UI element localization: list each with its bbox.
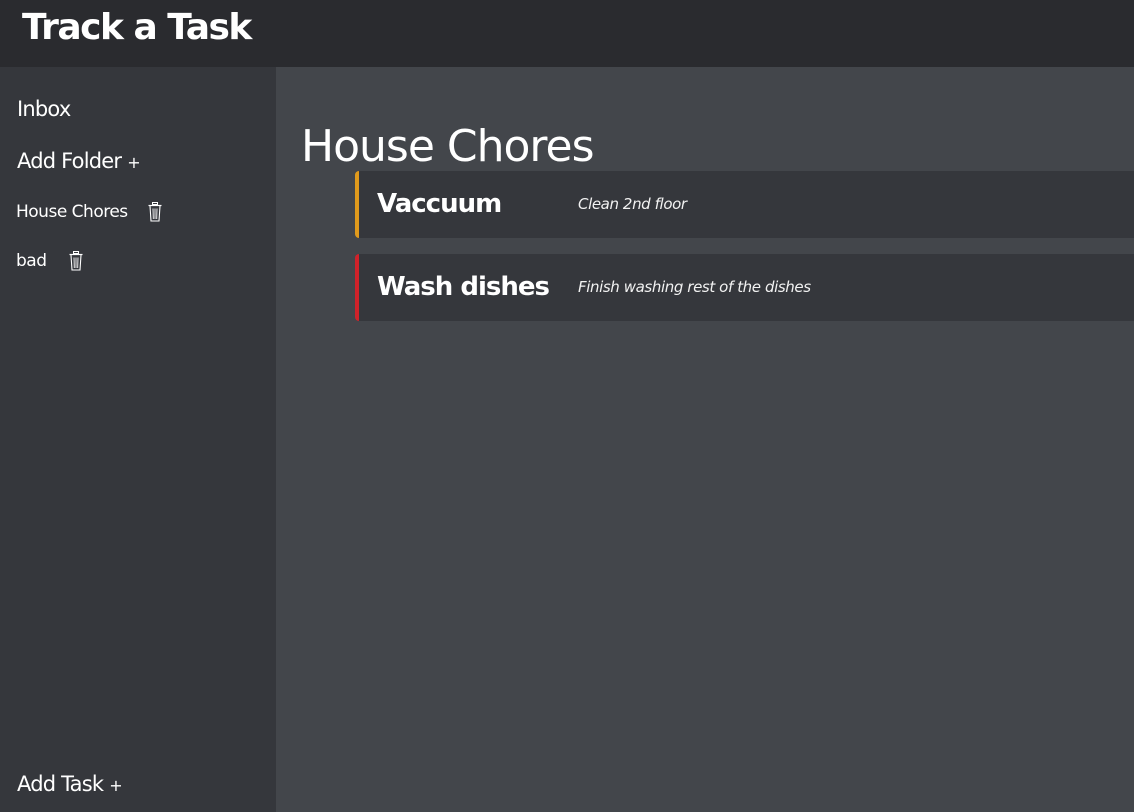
inbox-link[interactable]: Inbox bbox=[17, 95, 71, 123]
folder-item-bad[interactable]: bad bbox=[16, 248, 83, 274]
page-title: House Chores bbox=[301, 121, 595, 173]
app-title: Track a Task bbox=[22, 7, 252, 48]
main-content: House Chores Vaccuum Clean 2nd floor Was… bbox=[276, 67, 1134, 812]
app-root: Track a Task Inbox Add Folder + House Cho… bbox=[0, 0, 1134, 812]
add-task-button[interactable]: Add Task + bbox=[17, 770, 123, 800]
task-card[interactable]: Wash dishes Finish washing rest of the d… bbox=[355, 254, 1134, 321]
plus-icon: + bbox=[127, 153, 140, 172]
task-card[interactable]: Vaccuum Clean 2nd floor bbox=[355, 171, 1134, 238]
folder-name: House Chores bbox=[16, 202, 128, 222]
task-description: Finish washing rest of the dishes bbox=[578, 278, 811, 296]
top-bar: Track a Task bbox=[0, 0, 1134, 67]
task-name: Wash dishes bbox=[377, 272, 550, 302]
trash-icon[interactable] bbox=[148, 202, 162, 222]
folder-name: bad bbox=[16, 251, 47, 271]
folder-item-house-chores[interactable]: House Chores bbox=[16, 199, 162, 225]
add-folder-label: Add Folder bbox=[17, 149, 122, 173]
sidebar: Inbox Add Folder + House Chores bad Add … bbox=[0, 67, 276, 812]
add-folder-button[interactable]: Add Folder + bbox=[17, 147, 141, 177]
add-task-label: Add Task bbox=[17, 772, 104, 796]
trash-icon[interactable] bbox=[69, 251, 83, 271]
plus-icon: + bbox=[109, 776, 122, 795]
task-description: Clean 2nd floor bbox=[578, 195, 687, 213]
task-name: Vaccuum bbox=[377, 189, 502, 219]
